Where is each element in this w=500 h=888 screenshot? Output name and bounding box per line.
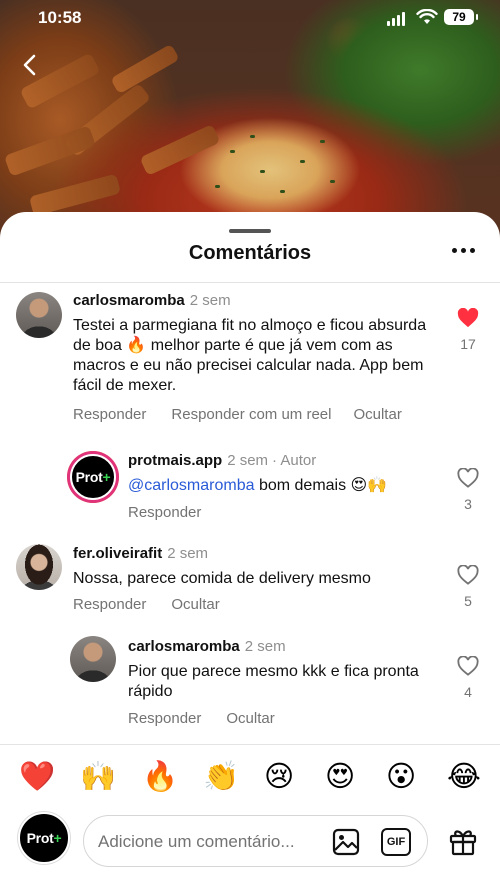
brand-logo: Prot+ (26, 830, 62, 846)
reply-button[interactable]: Responder (128, 710, 201, 727)
like-button[interactable]: 4 (448, 656, 488, 700)
like-count: 5 (464, 593, 472, 609)
hide-button[interactable]: Ocultar (226, 710, 274, 727)
divider (0, 744, 500, 745)
battery-indicator: 79 (444, 9, 478, 25)
status-time: 10:58 (38, 8, 82, 27)
author-badge: · Autor (272, 452, 317, 469)
comment-username[interactable]: carlosmaromba (128, 638, 240, 655)
heart-icon (457, 565, 479, 585)
brand-logo: Prot+ (75, 469, 111, 485)
like-button[interactable]: 17 (448, 308, 488, 352)
divider (0, 282, 500, 283)
current-user-avatar[interactable]: Prot+ (18, 812, 70, 864)
emoji-crying[interactable]: 😢 (264, 756, 294, 796)
hide-button[interactable]: Ocultar (353, 406, 401, 423)
avatar[interactable] (70, 636, 116, 682)
avatar[interactable] (16, 292, 62, 338)
emoji-heart[interactable]: ❤️ (19, 756, 55, 796)
emoji-clap[interactable]: 👏 (203, 756, 239, 796)
heart-icon (457, 656, 479, 676)
comment-time: 2 sem (244, 638, 286, 655)
heart-icon (457, 308, 479, 328)
like-button[interactable]: 5 (448, 565, 488, 609)
like-count: 4 (464, 684, 472, 700)
comment-text: @carlosmaromba bom demais 😍🙌 (128, 477, 388, 494)
avatar[interactable]: Prot+ (70, 454, 116, 500)
like-count: 3 (464, 496, 472, 512)
gif-icon[interactable]: GIF (381, 828, 411, 856)
avatar[interactable] (16, 544, 62, 590)
comment-input-placeholder: Adicione um comentário... (98, 832, 295, 851)
comment-text: Pior que parece mesmo kkk e fica pronta … (128, 663, 419, 700)
signal-icon (387, 12, 405, 26)
heart-icon (457, 468, 479, 488)
mention-link[interactable]: @carlosmaromba (128, 477, 255, 494)
reply-button[interactable]: Responder (73, 406, 146, 423)
sheet-title: Comentários (188, 242, 312, 264)
more-icon[interactable] (452, 248, 478, 260)
hide-button[interactable]: Ocultar (171, 596, 219, 613)
emoji-raised-hands[interactable]: 🙌 (80, 756, 116, 796)
emoji-fire[interactable]: 🔥 (142, 756, 178, 796)
comment-time: 2 sem (189, 292, 231, 309)
reply-button[interactable]: Responder (73, 596, 146, 613)
emoji-surprised[interactable]: 😮 (386, 756, 416, 796)
comment-username[interactable]: carlosmaromba (73, 292, 185, 309)
comment-text: Nossa, parece comida de delivery mesmo (73, 570, 371, 587)
like-button[interactable]: 3 (448, 468, 488, 512)
drag-handle[interactable] (229, 229, 271, 233)
comment-time: 2 sem (227, 452, 269, 469)
status-bar: 10:58 79 (0, 0, 500, 36)
reply-with-reel-button[interactable]: Responder com um reel (171, 406, 331, 423)
gift-icon[interactable] (448, 826, 478, 856)
comment-input[interactable]: Adicione um comentário... GIF (83, 815, 428, 867)
comment-username[interactable]: protmais.app (128, 452, 222, 469)
image-icon[interactable] (332, 828, 360, 856)
comment-username[interactable]: fer.oliveirafit (73, 545, 162, 562)
back-icon[interactable] (16, 50, 44, 80)
reply-button[interactable]: Responder (128, 504, 201, 521)
emoji-laughing[interactable]: 😂 (447, 756, 481, 796)
like-count: 17 (460, 336, 476, 352)
emoji-heart-eyes[interactable]: 😍 (325, 756, 355, 796)
comment-text: Testei a parmegiana fit no almoço e fico… (73, 317, 427, 394)
comment-time: 2 sem (167, 545, 209, 562)
emoji-bar: ❤️ 🙌 🔥 👏 😢 😍 😮 😂 (0, 756, 500, 796)
wifi-icon (416, 9, 438, 24)
